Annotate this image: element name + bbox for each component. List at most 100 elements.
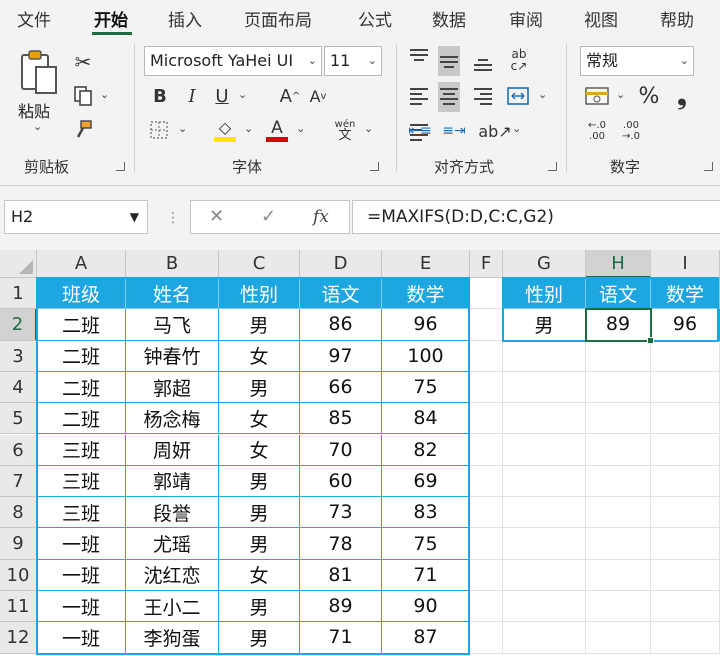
tab-home[interactable]: 开始 (94, 6, 128, 31)
bold-button[interactable]: B (148, 84, 172, 108)
result-cell[interactable]: 89 (586, 309, 651, 341)
merge-dropdown-icon[interactable]: ⌄ (538, 88, 547, 101)
table-cell[interactable]: 一班 (37, 528, 126, 560)
table-cell[interactable]: 73 (300, 497, 382, 529)
table-header-cell[interactable]: 姓名 (126, 278, 219, 310)
table-cell[interactable]: 71 (300, 622, 382, 654)
table-cell[interactable]: 89 (300, 591, 382, 623)
table-cell[interactable]: 90 (382, 591, 470, 623)
table-cell[interactable]: 沈红恋 (126, 559, 219, 591)
font-color-dropdown-icon[interactable]: ⌄ (296, 122, 305, 135)
copy-dropdown-icon[interactable]: ⌄ (100, 88, 109, 101)
table-header-cell[interactable]: 性别 (219, 278, 300, 310)
cell-f6[interactable] (470, 434, 503, 466)
underline-button[interactable]: U (210, 84, 234, 108)
increase-decimal-button[interactable]: ←.0 .00 (582, 118, 612, 144)
row-header-6[interactable]: 6 (0, 434, 37, 466)
text-direction-dropdown-icon[interactable]: ⌄ (512, 122, 521, 135)
table-cell[interactable]: 75 (382, 371, 470, 404)
table-cell[interactable]: 男 (219, 591, 300, 623)
enter-icon[interactable]: ✓ (261, 206, 276, 227)
align-right-icon[interactable] (472, 86, 494, 106)
row-header-9[interactable]: 9 (0, 528, 37, 560)
borders-dropdown-icon[interactable]: ⌄ (178, 122, 187, 135)
font-size-select[interactable]: 11 ⌄ (324, 46, 382, 76)
tab-formulas[interactable]: 公式 (358, 6, 392, 31)
table-cell[interactable]: 三班 (37, 465, 126, 498)
formula-input[interactable]: =MAXIFS(D:D,C:C,G2) (352, 200, 720, 234)
phonetic-dropdown-icon[interactable]: ⌄ (364, 122, 373, 135)
table-header-cell[interactable]: 数学 (382, 278, 470, 310)
percent-style-button[interactable]: % (634, 82, 664, 110)
table-cell[interactable]: 李狗蛋 (126, 622, 219, 654)
tab-data[interactable]: 数据 (432, 6, 466, 31)
accounting-format-icon[interactable] (582, 82, 612, 110)
cell-g4[interactable] (503, 371, 586, 404)
cell-g10[interactable] (503, 559, 586, 591)
tab-view[interactable]: 视图 (584, 6, 618, 31)
cell-h5[interactable] (586, 403, 651, 435)
table-cell[interactable]: 周妍 (126, 434, 219, 466)
table-cell[interactable]: 马飞 (126, 309, 219, 341)
table-cell[interactable]: 87 (382, 622, 470, 654)
table-cell[interactable]: 女 (219, 434, 300, 466)
tab-page-layout[interactable]: 页面布局 (244, 6, 312, 31)
cell-f2[interactable] (470, 309, 503, 341)
cell-h7[interactable] (586, 465, 651, 498)
table-header-cell[interactable]: 班级 (37, 278, 126, 310)
column-header-f[interactable]: F (470, 250, 503, 278)
cell-i10[interactable] (651, 559, 720, 591)
table-cell[interactable]: 100 (382, 340, 470, 372)
table-cell[interactable]: 85 (300, 403, 382, 435)
cell-i12[interactable] (651, 622, 720, 654)
column-header-b[interactable]: B (126, 250, 219, 278)
column-header-g[interactable]: G (503, 250, 586, 278)
cell-i9[interactable] (651, 528, 720, 560)
table-cell[interactable]: 女 (219, 340, 300, 372)
table-cell[interactable]: 尤瑶 (126, 528, 219, 560)
cell-f7[interactable] (470, 465, 503, 498)
cell-h3[interactable] (586, 340, 651, 372)
cell-f11[interactable] (470, 591, 503, 623)
table-cell[interactable]: 78 (300, 528, 382, 560)
borders-icon[interactable] (146, 118, 172, 142)
cell-g11[interactable] (503, 591, 586, 623)
table-cell[interactable]: 二班 (37, 403, 126, 435)
cell-g5[interactable] (503, 403, 586, 435)
paste-label[interactable]: 粘贴 (18, 98, 50, 122)
table-cell[interactable]: 66 (300, 371, 382, 404)
cell-h11[interactable] (586, 591, 651, 623)
cell-h6[interactable] (586, 434, 651, 466)
tab-help[interactable]: 帮助 (660, 6, 694, 31)
table-cell[interactable]: 郭靖 (126, 465, 219, 498)
number-format-select[interactable]: 常规 ⌄ (580, 46, 694, 76)
cell-g9[interactable] (503, 528, 586, 560)
cell-f8[interactable] (470, 497, 503, 529)
cell-g7[interactable] (503, 465, 586, 498)
increase-indent-icon[interactable]: ≡⇥ (440, 118, 468, 144)
row-header-4[interactable]: 4 (0, 371, 37, 404)
column-header-a[interactable]: A (37, 250, 126, 278)
table-cell[interactable]: 杨念梅 (126, 403, 219, 435)
grow-font-icon[interactable]: A ^ (278, 84, 302, 108)
table-cell[interactable]: 男 (219, 528, 300, 560)
fill-handle[interactable] (647, 336, 654, 344)
cell-f5[interactable] (470, 403, 503, 435)
underline-dropdown-icon[interactable]: ⌄ (238, 88, 247, 101)
table-cell[interactable]: 段誉 (126, 497, 219, 529)
table-cell[interactable]: 96 (382, 309, 470, 341)
cell-i5[interactable] (651, 403, 720, 435)
table-cell[interactable]: 86 (300, 309, 382, 341)
cell-g12[interactable] (503, 622, 586, 654)
table-cell[interactable]: 70 (300, 434, 382, 466)
column-header-d[interactable]: D (300, 250, 382, 278)
column-header-i[interactable]: I (651, 250, 720, 278)
phonetic-guide-icon[interactable]: wén 文 (330, 116, 360, 144)
accounting-dropdown-icon[interactable]: ⌄ (616, 88, 625, 101)
paste-icon[interactable] (14, 48, 62, 98)
row-header-8[interactable]: 8 (0, 497, 37, 529)
result-cell[interactable]: 96 (651, 309, 720, 341)
row-header-5[interactable]: 5 (0, 403, 37, 435)
table-cell[interactable]: 男 (219, 622, 300, 654)
cell-g3[interactable] (503, 340, 586, 372)
